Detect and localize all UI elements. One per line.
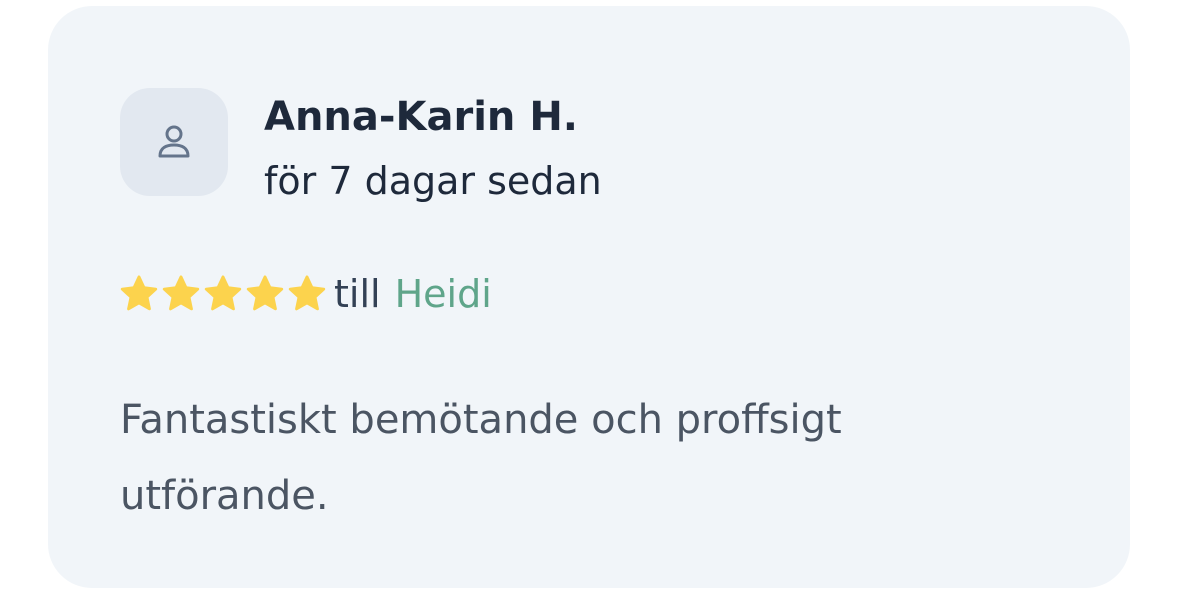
till-label: till — [334, 272, 381, 316]
star-rating — [118, 273, 328, 315]
star-icon — [288, 275, 326, 311]
star-icon — [120, 275, 158, 311]
avatar — [120, 88, 228, 196]
recipient-link[interactable]: Heidi — [395, 272, 492, 316]
reviewer-name: Anna-Karin H. — [264, 94, 579, 140]
review-text: Fantastiskt bemötande och proffsigt utfö… — [120, 397, 842, 519]
star-icon — [204, 275, 242, 311]
review-timestamp: för 7 dagar sedan — [264, 159, 602, 203]
star-icon — [162, 275, 200, 311]
star-icon — [246, 275, 284, 311]
user-icon — [154, 122, 194, 162]
rating-row: till Heidi — [118, 268, 492, 320]
